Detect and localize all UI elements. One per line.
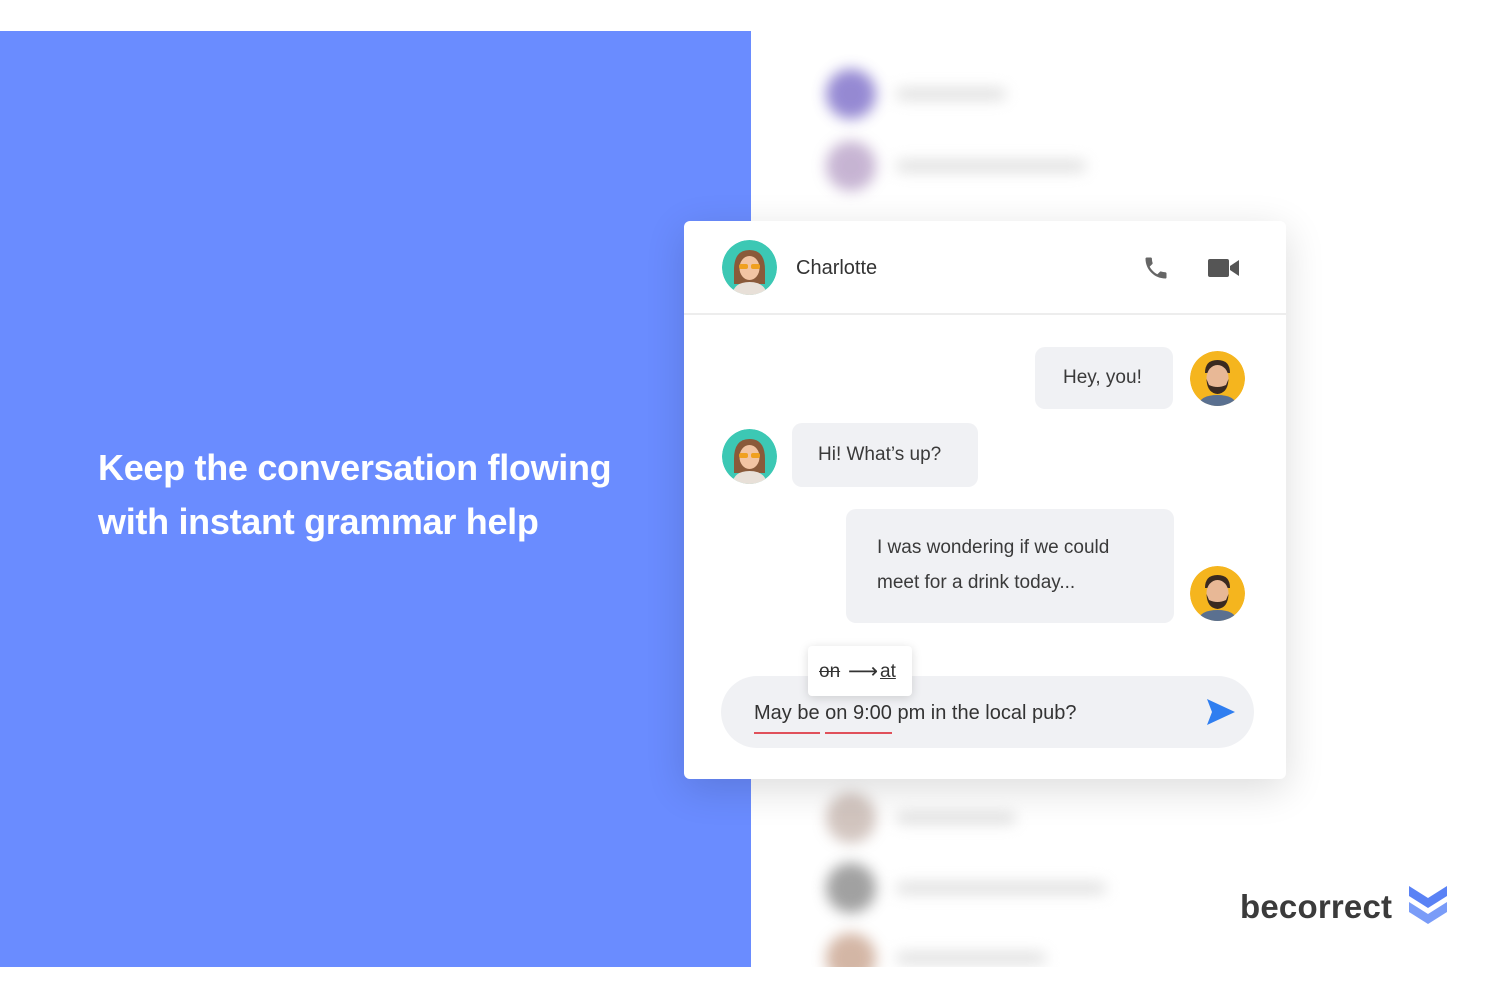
contact-avatar[interactable] <box>722 240 777 295</box>
message-text: I was wondering if we could <box>877 537 1110 558</box>
message-bubble: I was wondering if we could meet for a d… <box>846 509 1174 623</box>
avatar <box>826 933 876 967</box>
message-input-text[interactable]: May be on 9:00 pm in the local pub? <box>754 702 1076 734</box>
blurred-list-item <box>826 793 1016 843</box>
message-text: Hi! What’s up? <box>818 444 942 465</box>
grammar-error-highlight[interactable]: May be <box>754 702 820 734</box>
message-input[interactable]: May be on 9:00 pm in the local pub? <box>721 676 1254 748</box>
blurred-list-item <box>826 141 1086 191</box>
man-avatar-icon <box>1190 351 1245 406</box>
phone-icon <box>1145 257 1167 279</box>
call-button[interactable] <box>1142 254 1170 287</box>
my-avatar <box>1190 566 1245 621</box>
blurred-list-item <box>826 69 1006 119</box>
avatar <box>826 863 876 913</box>
logo-wordmark: becorrect <box>1240 888 1393 925</box>
contact-name[interactable]: Charlotte <box>796 257 877 280</box>
avatar <box>826 141 876 191</box>
grammar-error-highlight[interactable]: on 9:00 <box>825 702 892 734</box>
chat-window: Charlotte Hey, you! Hi! What’s up? I was… <box>684 221 1286 779</box>
check-mark-logo-icon <box>1409 886 1447 924</box>
video-call-button[interactable] <box>1208 257 1240 284</box>
headline-line-2: with instant grammar help <box>98 501 539 542</box>
suggestion-replacement[interactable]: at <box>880 661 896 683</box>
blurred-list-item <box>826 863 1106 913</box>
chat-header: Charlotte <box>684 221 1286 315</box>
contact-avatar <box>722 429 777 484</box>
arrow-right-icon: ⟶ <box>848 660 879 683</box>
woman-avatar-icon <box>722 240 777 295</box>
video-camera-icon <box>1208 259 1239 277</box>
send-icon <box>1207 699 1235 725</box>
send-button[interactable] <box>1204 697 1238 727</box>
avatar <box>826 69 876 119</box>
promo-headline: Keep the conversation flowing with insta… <box>98 441 658 549</box>
blurred-list-item <box>826 933 1046 967</box>
avatar <box>826 793 876 843</box>
message-text: Hey, you! <box>1063 367 1142 388</box>
message-bubble: Hey, you! <box>1035 347 1173 409</box>
headline-line-1: Keep the conversation flowing <box>98 447 612 488</box>
man-avatar-icon <box>1190 566 1245 621</box>
promo-stage: Keep the conversation flowing with insta… <box>0 31 1500 967</box>
promo-panel: Keep the conversation flowing with insta… <box>0 31 751 967</box>
message-bubble: Hi! What’s up? <box>792 423 978 487</box>
grammar-suggestion-popup[interactable]: on ⟶ at <box>808 646 912 696</box>
my-avatar <box>1190 351 1245 406</box>
suggestion-original: on <box>819 661 841 682</box>
woman-avatar-icon <box>722 429 777 484</box>
message-text: meet for a drink today... <box>877 572 1076 593</box>
